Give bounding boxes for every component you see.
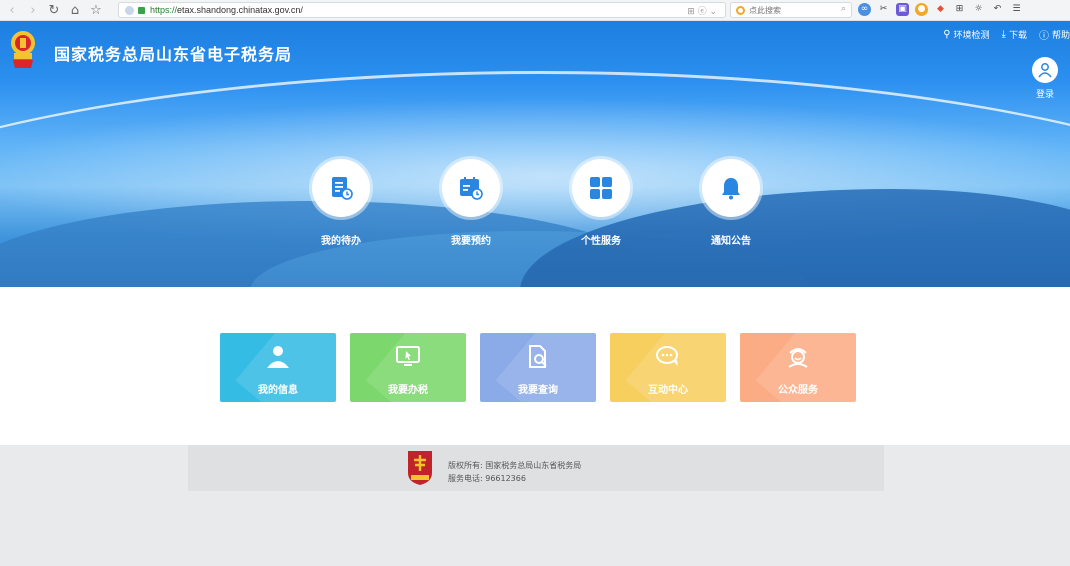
menu-icon[interactable]: ☰ — [1010, 3, 1023, 16]
env-check-link[interactable]: ⚲ 环境检测 — [943, 28, 989, 41]
login-label: 登录 — [1035, 90, 1054, 100]
download-link[interactable]: ⤓ 下载 — [1002, 28, 1027, 41]
quick-notice[interactable]: 通知公告 — [691, 159, 771, 247]
tile-label: 我要办税 — [388, 385, 428, 396]
bell-icon — [702, 159, 760, 217]
translate-extension-icon[interactable]: ∞ — [858, 3, 871, 16]
tile-label: 我的信息 — [258, 385, 298, 396]
quick-label: 我的待办 — [321, 236, 361, 247]
forward-icon[interactable]: › — [24, 1, 42, 19]
service-tiles: 我的信息 我要办税 我要查询 互动中心 公众服务 — [220, 333, 856, 402]
tax-emblem-logo[interactable] — [6, 29, 40, 73]
user-icon — [1032, 57, 1058, 83]
search-engine-icon — [736, 5, 745, 15]
todo-document-icon — [312, 159, 370, 217]
game-extension-icon[interactable]: ◆ — [934, 3, 947, 16]
quick-label: 我要预约 — [451, 236, 491, 247]
quick-appointment[interactable]: 我要预约 — [431, 159, 511, 247]
tile-do-tax[interactable]: 我要办税 — [350, 333, 466, 402]
undo-icon[interactable]: ↶ — [991, 3, 1004, 16]
extension-icons: ∞ ✂ ▣ ● ◆ ⊞ ☼ ↶ ☰ — [858, 3, 1023, 16]
help-icon: ⓘ — [1038, 31, 1049, 42]
search-icon[interactable]: ⌕ — [841, 4, 846, 14]
tile-public-service[interactable]: 公众服务 — [740, 333, 856, 402]
site-title: 国家税务总局山东省电子税务局 — [54, 45, 293, 64]
site-shield-icon — [125, 5, 134, 15]
footer-info: 版权所有: 国家税务总局山东省税务局 服务电话: 96612366 — [448, 459, 581, 485]
bookmark-star-icon[interactable]: ☆ — [87, 1, 105, 19]
url-text: https://etax.shandong.chinatax.gov.cn/ — [150, 5, 303, 15]
browser-search-box[interactable]: ⌕ — [730, 2, 852, 18]
monitor-check-icon: ⚲ — [943, 29, 951, 40]
top-links: ⚲ 环境检测 ⤓ 下载 ⓘ 帮助 — [943, 27, 1070, 42]
app-extension-icon[interactable]: ▣ — [896, 3, 909, 16]
scissors-icon[interactable]: ✂ — [877, 3, 890, 16]
person-icon — [220, 345, 336, 369]
tile-label: 互动中心 — [648, 385, 688, 396]
monitor-cursor-icon — [350, 345, 466, 369]
brightness-icon[interactable]: ☼ — [972, 3, 985, 16]
chat-bubble-icon — [610, 345, 726, 369]
apps-grid-icon[interactable]: ⊞ — [953, 3, 966, 16]
lock-icon — [138, 6, 145, 14]
help-link[interactable]: ⓘ 帮助 — [1039, 27, 1070, 42]
coin-extension-icon[interactable]: ● — [915, 3, 928, 16]
tile-query[interactable]: 我要查询 — [480, 333, 596, 402]
tax-badge-logo — [408, 451, 432, 485]
grid-icon — [572, 159, 630, 217]
quick-personal-service[interactable]: 个性服务 — [561, 159, 641, 247]
hero-banner: 国家税务总局山东省电子税务局 ⚲ 环境检测 ⤓ 下载 ⓘ 帮助 登录 我的待办 … — [0, 21, 1070, 287]
home-icon[interactable]: ⌂ — [66, 1, 84, 19]
calendar-clock-icon — [442, 159, 500, 217]
copyright-text: 版权所有: 国家税务总局山东省税务局 — [448, 461, 582, 470]
browser-toolbar: ‹ › ↻ ⌂ ☆ https://etax.shandong.chinatax… — [0, 0, 1070, 21]
tile-my-info[interactable]: 我的信息 — [220, 333, 336, 402]
back-icon[interactable]: ‹ — [3, 1, 21, 19]
quick-label: 通知公告 — [711, 236, 751, 247]
tile-label: 公众服务 — [778, 385, 818, 396]
login-button[interactable]: 登录 — [1030, 57, 1060, 100]
address-tools-icon[interactable]: ⊞ ⓔ ⌄ — [687, 4, 717, 17]
download-icon: ⤓ — [1001, 29, 1006, 40]
address-bar[interactable]: https://etax.shandong.chinatax.gov.cn/ ⊞… — [118, 2, 726, 18]
quick-my-todo[interactable]: 我的待办 — [301, 159, 381, 247]
tile-interaction[interactable]: 互动中心 — [610, 333, 726, 402]
service-agent-icon — [740, 345, 856, 369]
tile-label: 我要查询 — [518, 385, 558, 396]
browser-search-input[interactable] — [749, 5, 829, 15]
service-phone-text: 服务电话: 96612366 — [448, 474, 526, 483]
document-search-icon — [480, 345, 596, 369]
reload-icon[interactable]: ↻ — [45, 1, 63, 19]
quick-label: 个性服务 — [581, 236, 621, 247]
